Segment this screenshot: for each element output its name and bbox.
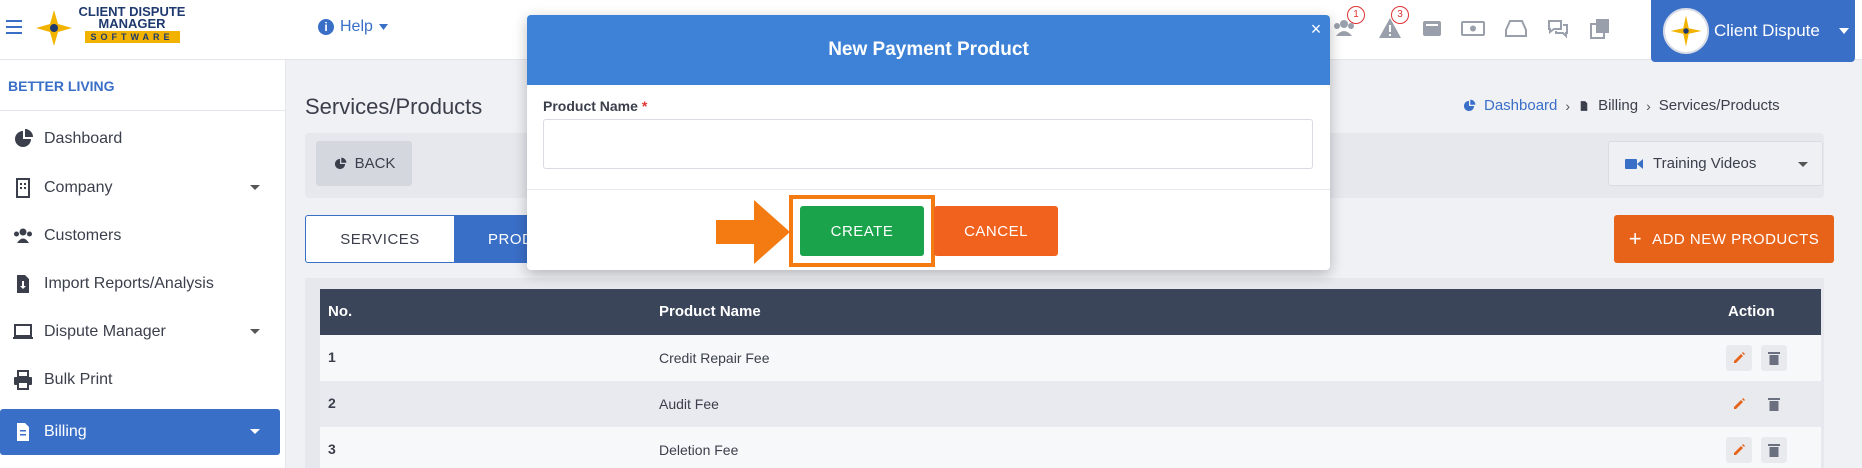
divider: [527, 189, 1330, 190]
modal-title: New Payment Product: [828, 39, 1029, 60]
create-label: CREATE: [830, 222, 894, 240]
create-button[interactable]: CREATE: [800, 206, 924, 256]
arrow-right-icon: [716, 200, 790, 264]
required-mark: *: [641, 98, 648, 114]
product-name-label: Product Name *: [543, 98, 647, 114]
close-icon[interactable]: ×: [1306, 19, 1326, 39]
cancel-label: CANCEL: [964, 222, 1028, 240]
modal-header: New Payment Product ×: [527, 15, 1330, 85]
cancel-button[interactable]: CANCEL: [934, 206, 1058, 256]
product-name-input[interactable]: [543, 119, 1313, 169]
field-label-text: Product Name: [543, 98, 638, 114]
